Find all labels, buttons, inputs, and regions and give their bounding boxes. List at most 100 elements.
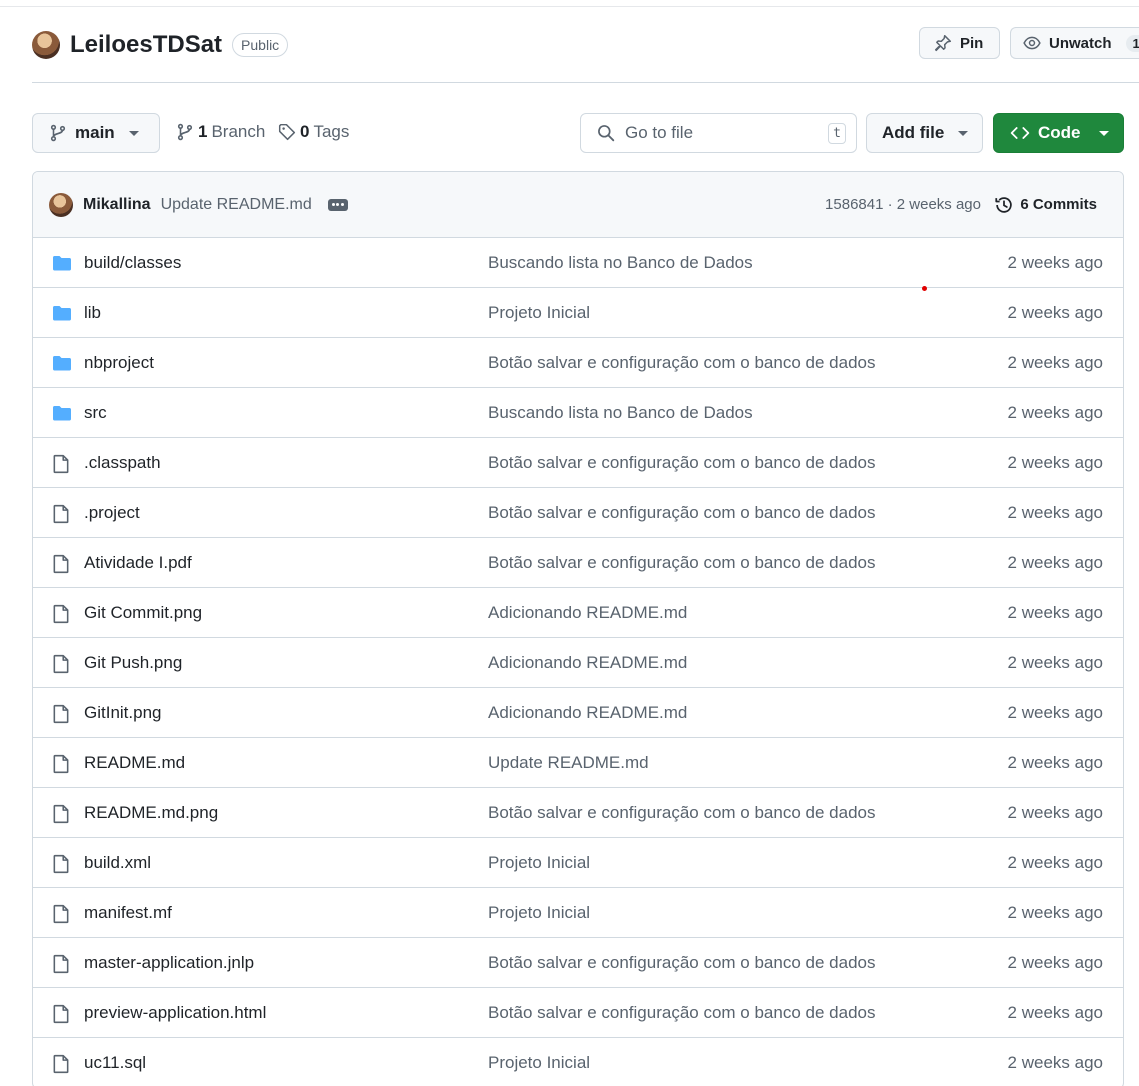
file-icon-wrap (52, 804, 70, 829)
file-commit-age[interactable]: 2 weeks ago (1008, 603, 1103, 623)
file-name[interactable]: preview-application.html (84, 1003, 266, 1023)
file-commit-message[interactable]: Projeto Inicial (488, 903, 590, 923)
tags-link[interactable]: 0 Tags (278, 122, 349, 142)
file-commit-age[interactable]: 2 weeks ago (1008, 253, 1103, 273)
file-name[interactable]: .project (84, 503, 140, 523)
commits-label: 6 Commits (1020, 196, 1097, 213)
code-button[interactable]: Code (993, 113, 1124, 153)
file-icon (53, 854, 69, 874)
file-commit-message[interactable]: Botão salvar e configuração com o banco … (488, 553, 875, 573)
file-name[interactable]: uc11.sql (84, 1053, 146, 1073)
folder-icon (53, 356, 71, 371)
file-commit-age[interactable]: 2 weeks ago (1008, 653, 1103, 673)
file-name[interactable]: README.md.png (84, 803, 218, 823)
file-commit-age[interactable]: 2 weeks ago (1008, 803, 1103, 823)
file-row[interactable]: Git Commit.png Adicionando README.md 2 wee… (33, 588, 1123, 638)
file-commit-age[interactable]: 2 weeks ago (1008, 853, 1103, 873)
file-row[interactable]: preview-application.html Botão salvar e c… (33, 988, 1123, 1038)
branches-link[interactable]: 1 Branch (176, 122, 265, 142)
branch-count: 1 (198, 122, 208, 141)
commit-hash-time[interactable]: 1586841 · 2 weeks ago (825, 196, 981, 213)
file-icon-wrap (52, 454, 70, 479)
file-commit-age[interactable]: 2 weeks ago (1008, 753, 1103, 773)
file-commit-message[interactable]: Projeto Inicial (488, 853, 590, 873)
file-commit-message[interactable]: Botão salvar e configuração com o banco … (488, 503, 875, 523)
file-icon-wrap (52, 904, 70, 929)
tag-icon (278, 123, 296, 141)
file-icon-wrap (52, 854, 70, 879)
file-name[interactable]: Atividade I.pdf (84, 553, 192, 573)
file-name[interactable]: Git Push.png (84, 653, 182, 673)
file-name[interactable]: build.xml (84, 853, 151, 873)
file-table: Mikallina Update README.md 1586841 · 2 w… (32, 171, 1124, 1086)
file-row[interactable]: build.xml Projeto Inicial 2 weeks ago (33, 838, 1123, 888)
file-name[interactable]: lib (84, 303, 101, 323)
file-name[interactable]: README.md (84, 753, 185, 773)
file-commit-message[interactable]: Adicionando README.md (488, 703, 687, 723)
file-commit-message[interactable]: Botão salvar e configuração com o banco … (488, 453, 875, 473)
file-name[interactable]: .classpath (84, 453, 161, 473)
add-file-button[interactable]: Add file (866, 113, 983, 153)
history-icon (995, 196, 1013, 213)
file-row[interactable]: uc11.sql Projeto Inicial 2 weeks ago (33, 1038, 1123, 1086)
file-row[interactable]: .classpath Botão salvar e configuração co… (33, 438, 1123, 488)
file-commit-age[interactable]: 2 weeks ago (1008, 353, 1103, 373)
file-row[interactable]: Git Push.png Adicionando README.md 2 weeks… (33, 638, 1123, 688)
file-commit-message[interactable]: Projeto Inicial (488, 303, 590, 323)
file-commit-message[interactable]: Buscando lista no Banco de Dados (488, 253, 753, 273)
file-commit-age[interactable]: 2 weeks ago (1008, 1003, 1103, 1023)
repo-header: LeiloesTDSat Public (32, 28, 289, 62)
file-row[interactable]: README.md.png Botão salvar e configuração… (33, 788, 1123, 838)
file-commit-age[interactable]: 2 weeks ago (1008, 503, 1103, 523)
branch-name: main (75, 123, 115, 142)
go-to-file-input[interactable]: Go to file t (580, 113, 857, 153)
commit-author[interactable]: Mikallina (83, 196, 151, 214)
more-commit-info-icon[interactable] (327, 198, 348, 211)
file-name[interactable]: nbproject (84, 353, 154, 373)
branch-selector[interactable]: main (32, 113, 160, 153)
file-name[interactable]: master-application.jnlp (84, 953, 254, 973)
file-commit-age[interactable]: 2 weeks ago (1008, 953, 1103, 973)
file-commit-message[interactable]: Update README.md (488, 753, 649, 773)
file-commit-message[interactable]: Botão salvar e configuração com o banco … (488, 953, 875, 973)
file-commit-age[interactable]: 2 weeks ago (1008, 903, 1103, 923)
author-avatar[interactable] (49, 192, 73, 217)
file-commit-message[interactable]: Botão salvar e configuração com o banco … (488, 353, 875, 373)
file-commit-message[interactable]: Botão salvar e configuração com o banco … (488, 803, 875, 823)
file-row[interactable]: build/classes Buscando lista no Banco de … (33, 238, 1123, 288)
file-row[interactable]: .project Botão salvar e configuração com … (33, 488, 1123, 538)
latest-commit-message[interactable]: Update README.md (161, 196, 312, 214)
file-commit-age[interactable]: 2 weeks ago (1008, 703, 1103, 723)
file-row[interactable]: src Buscando lista no Banco de Dados 2 wee… (33, 388, 1123, 438)
file-row[interactable]: README.md Update README.md 2 weeks ago (33, 738, 1123, 788)
file-commit-age[interactable]: 2 weeks ago (1008, 1053, 1103, 1073)
file-icon (53, 804, 69, 824)
repo-name[interactable]: LeiloesTDSat (70, 31, 222, 59)
file-commit-message[interactable]: Buscando lista no Banco de Dados (488, 403, 753, 423)
owner-avatar[interactable] (32, 31, 60, 59)
file-row[interactable]: nbproject Botão salvar e configuração com… (33, 338, 1123, 388)
file-commit-message[interactable]: Projeto Inicial (488, 1053, 590, 1073)
file-commit-age[interactable]: 2 weeks ago (1008, 403, 1103, 423)
file-row[interactable]: Atividade I.pdf Botão salvar e configuraç… (33, 538, 1123, 588)
file-name[interactable]: Git Commit.png (84, 603, 202, 623)
file-name[interactable]: GitInit.png (84, 703, 162, 723)
file-row[interactable]: manifest.mf Projeto Inicial 2 weeks ago (33, 888, 1123, 938)
pin-button[interactable]: Pin (919, 27, 1000, 59)
file-name[interactable]: build/classes (84, 253, 181, 273)
file-row[interactable]: lib Projeto Inicial 2 weeks ago (33, 288, 1123, 338)
file-row[interactable]: master-application.jnlp Botão salvar e co… (33, 938, 1123, 988)
file-commit-age[interactable]: 2 weeks ago (1008, 453, 1103, 473)
unwatch-button[interactable]: Unwatch 1 (1010, 27, 1139, 59)
commits-history-link[interactable]: 6 Commits (994, 195, 1097, 215)
file-commit-age[interactable]: 2 weeks ago (1008, 303, 1103, 323)
file-commit-message[interactable]: Adicionando README.md (488, 653, 687, 673)
file-row[interactable]: GitInit.png Adicionando README.md 2 weeks … (33, 688, 1123, 738)
file-name[interactable]: manifest.mf (84, 903, 172, 923)
file-commit-age[interactable]: 2 weeks ago (1008, 553, 1103, 573)
eye-icon (1023, 36, 1041, 50)
file-commit-message[interactable]: Adicionando README.md (488, 603, 687, 623)
file-commit-message[interactable]: Botão salvar e configuração com o banco … (488, 1003, 875, 1023)
visibility-badge: Public (232, 33, 289, 57)
file-name[interactable]: src (84, 403, 107, 423)
